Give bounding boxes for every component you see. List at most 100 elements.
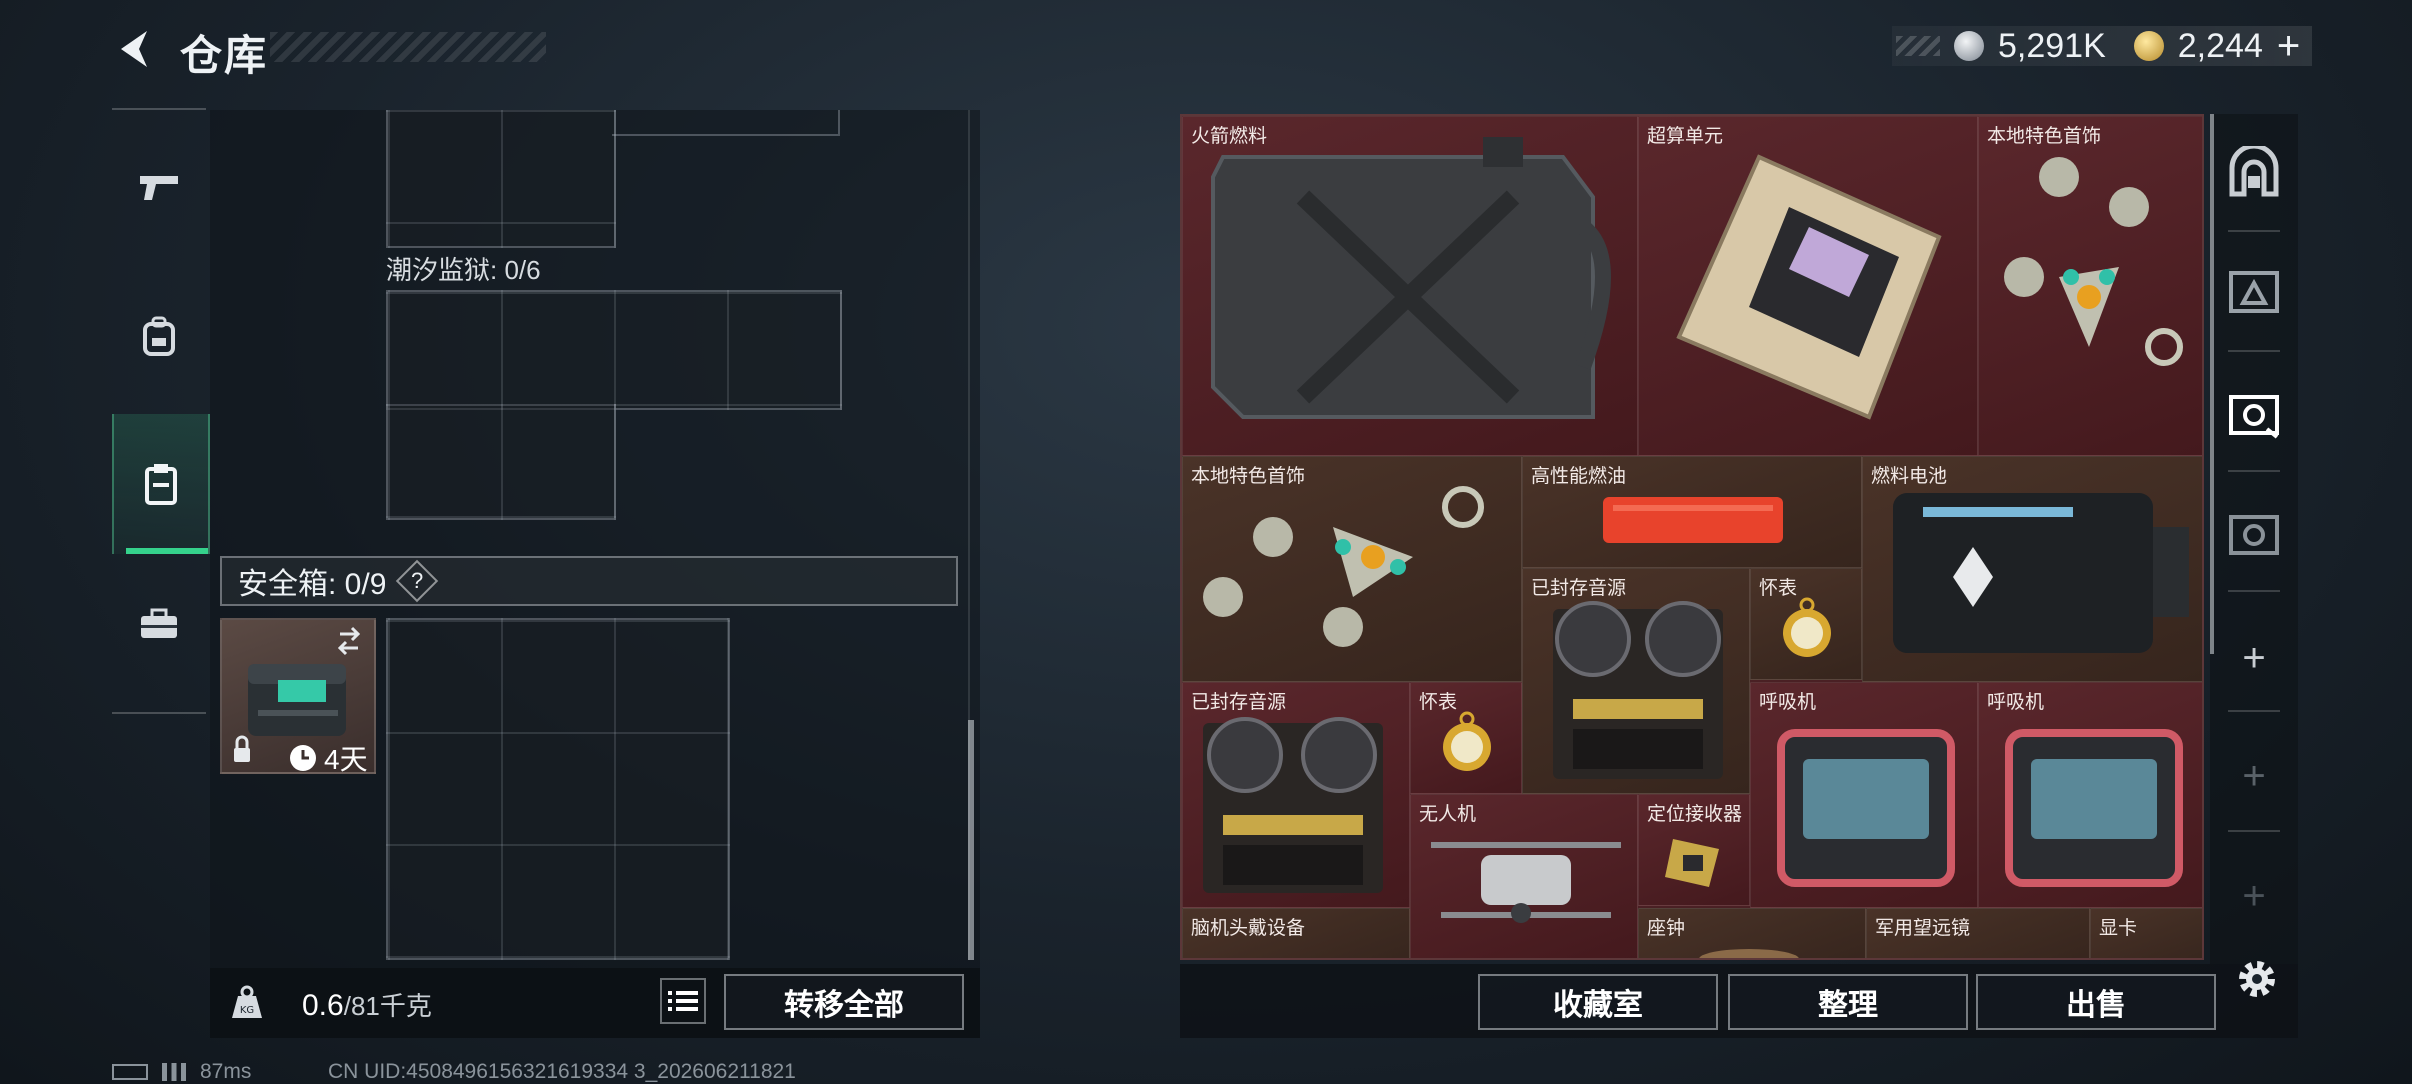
item-label: 脑机头戴设备 bbox=[1191, 918, 1306, 939]
help-mark: ? bbox=[411, 568, 424, 593]
storage-item-local-jewelry[interactable]: 本地特色首饰 bbox=[1978, 116, 2202, 456]
jewelry-icon bbox=[1203, 486, 1484, 647]
item-label: 座钟 bbox=[1647, 918, 1686, 939]
nav-item-weapons[interactable] bbox=[112, 118, 206, 258]
nav-item-toolbox[interactable] bbox=[112, 554, 206, 694]
tab-safehouse[interactable] bbox=[2210, 122, 2298, 222]
jerrycan-icon bbox=[1211, 137, 1611, 419]
item-label: 怀表 bbox=[1419, 692, 1458, 713]
safebox-timer: 4天 bbox=[288, 738, 368, 778]
storage-item-pocket-watch[interactable]: 怀表 bbox=[1750, 568, 1862, 680]
item-label: 呼吸机 bbox=[1759, 692, 1817, 713]
storage-panel: 火箭燃料 超算单元 本地特色首饰 本地特色首饰 高性能燃油 燃料电池 已封存音源… bbox=[1180, 114, 2204, 960]
sell-button[interactable]: 出售 bbox=[1976, 974, 2216, 1030]
weight-current: 0.6 bbox=[302, 989, 344, 1022]
timer-text: 4天 bbox=[324, 744, 368, 775]
add-tab-button-locked: + bbox=[2242, 753, 2266, 798]
tab-divider bbox=[2228, 590, 2280, 592]
safebox-grid[interactable] bbox=[386, 618, 730, 960]
storage-item-graphics-card[interactable]: 显卡 bbox=[2090, 908, 2202, 958]
add-tab-button[interactable]: + bbox=[2210, 608, 2298, 708]
back-button[interactable] bbox=[108, 24, 158, 74]
tab-divider bbox=[2228, 830, 2280, 832]
item-label: 本地特色首饰 bbox=[1191, 466, 1306, 487]
transfer-all-button[interactable]: 转移全部 bbox=[724, 974, 964, 1030]
clock-icon bbox=[290, 745, 316, 771]
sort-button[interactable]: 整理 bbox=[1728, 974, 1968, 1030]
weight-max: /81千克 bbox=[343, 991, 432, 1021]
currency-bar: 5,291K 2,244 + bbox=[1892, 24, 2312, 69]
list-icon bbox=[668, 991, 698, 1011]
nav-divider bbox=[112, 712, 206, 714]
vault-icon bbox=[2229, 146, 2279, 197]
item-label: 呼吸机 bbox=[1987, 692, 2045, 713]
storage-item-pocket-watch-2[interactable]: 怀表 bbox=[1410, 682, 1522, 794]
currency-stripe bbox=[1896, 36, 1940, 56]
storage-item-ventilator[interactable]: 呼吸机 bbox=[1750, 682, 1978, 908]
back-arrow-icon bbox=[121, 31, 147, 67]
list-view-button[interactable] bbox=[660, 978, 706, 1024]
briefcase-icon bbox=[141, 608, 177, 638]
circuit-board-icon bbox=[1676, 154, 1942, 420]
item-label: 军用望远镜 bbox=[1875, 918, 1971, 939]
storage-item-desk-clock[interactable]: 座钟 bbox=[1638, 908, 1866, 958]
item-label: 本地特色首饰 bbox=[1987, 126, 2102, 147]
storage-item-sealed-audio-source-2[interactable]: 已封存音源 bbox=[1182, 682, 1410, 908]
storage-tabs: + + + bbox=[2210, 114, 2298, 964]
storage-item-bci-headset[interactable]: 脑机头戴设备 bbox=[1182, 908, 1410, 958]
item-label: 已封存音源 bbox=[1531, 578, 1627, 599]
storage-box-icon bbox=[2229, 271, 2279, 313]
ventilator-icon bbox=[2005, 729, 2183, 887]
gold-coin-icon bbox=[2133, 31, 2164, 61]
storage-item-supercomputing-unit[interactable]: 超算单元 bbox=[1638, 116, 1978, 456]
item-label: 超算单元 bbox=[1647, 126, 1724, 147]
storage-item-drone[interactable]: 无人机 bbox=[1410, 794, 1638, 958]
battery-icon bbox=[112, 1064, 148, 1080]
settings-button[interactable] bbox=[2234, 956, 2280, 1002]
battery-icon bbox=[1893, 493, 2189, 653]
nav-divider bbox=[112, 108, 206, 110]
item-label: 定位接收器 bbox=[1647, 804, 1743, 825]
section-label: 潮汐监狱: 0/6 bbox=[386, 255, 541, 285]
backpack-grid-edge bbox=[612, 110, 840, 136]
section-grid-top[interactable] bbox=[386, 290, 842, 410]
tab-storage-2-active[interactable] bbox=[2210, 364, 2298, 464]
storage-box-icon bbox=[2229, 515, 2279, 555]
item-label: 已封存音源 bbox=[1191, 692, 1287, 713]
storage-item-local-jewelry-2[interactable]: 本地特色首饰 bbox=[1182, 456, 1522, 682]
storage-item-positioning-receiver[interactable]: 定位接收器 bbox=[1638, 794, 1750, 906]
item-label: 火箭燃料 bbox=[1191, 126, 1268, 147]
storage-item-ventilator-2[interactable]: 呼吸机 bbox=[1978, 682, 2202, 908]
item-label: 怀表 bbox=[1759, 578, 1798, 599]
collection-room-button[interactable]: 收藏室 bbox=[1478, 974, 1718, 1030]
gold-currency-value: 2,244 bbox=[2177, 26, 2263, 65]
storage-item-sealed-audio-source[interactable]: 已封存音源 bbox=[1522, 568, 1750, 794]
nav-item-backpack[interactable] bbox=[112, 266, 206, 406]
title-decoration bbox=[270, 32, 546, 62]
tab-storage-1[interactable] bbox=[2210, 242, 2298, 342]
storage-item-rocket-fuel[interactable]: 火箭燃料 bbox=[1182, 116, 1638, 456]
gear-icon bbox=[2239, 961, 2275, 997]
status-bar: 87ms bbox=[112, 1060, 251, 1084]
silver-coin-icon bbox=[1954, 31, 1984, 61]
add-currency-button[interactable]: + bbox=[2277, 24, 2300, 69]
help-icon[interactable]: ? bbox=[396, 559, 439, 603]
left-category-nav bbox=[112, 108, 210, 718]
item-label: 无人机 bbox=[1419, 804, 1477, 825]
item-label: 显卡 bbox=[2099, 918, 2138, 939]
tape-recorder-icon bbox=[1203, 717, 1383, 893]
add-tab-button-locked: + bbox=[2242, 873, 2266, 918]
tab-divider bbox=[2228, 350, 2280, 352]
storage-item-high-performance-fuel[interactable]: 高性能燃油 bbox=[1522, 456, 1862, 568]
signal-icon bbox=[162, 1063, 186, 1081]
ping-text: 87ms bbox=[200, 1060, 252, 1083]
backpack-grid-upper[interactable] bbox=[386, 110, 616, 248]
tab-divider bbox=[2228, 710, 2280, 712]
storage-item-fuel-cell[interactable]: 燃料电池 bbox=[1862, 456, 2202, 682]
storage-item-military-binoculars[interactable]: 军用望远镜 bbox=[1866, 908, 2090, 958]
tab-storage-3[interactable] bbox=[2210, 484, 2298, 584]
svg-text:KG: KG bbox=[240, 1005, 254, 1016]
inventory-scrollbar[interactable] bbox=[968, 720, 974, 960]
section-grid-bottom[interactable] bbox=[386, 404, 616, 520]
nav-item-storage[interactable] bbox=[112, 414, 210, 554]
